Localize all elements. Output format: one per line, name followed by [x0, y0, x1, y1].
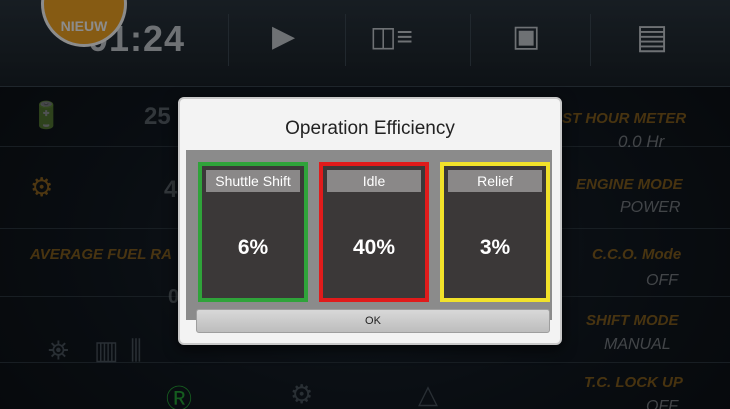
dialog-title: Operation Efficiency	[285, 118, 455, 139]
card-value: 6%	[237, 236, 269, 259]
card-value: 3%	[479, 236, 511, 259]
ok-button[interactable]: OK	[196, 309, 550, 333]
card-label: Idle	[327, 170, 421, 192]
shuttle-shift-card: Shuttle Shift 6%	[198, 162, 308, 302]
efficiency-panel: Shuttle Shift 6% Idle 40% Relief 3%	[186, 150, 552, 320]
operation-efficiency-dialog: Operation Efficiency Shuttle Shift 6% Id…	[178, 97, 562, 345]
idle-card: Idle 40%	[319, 162, 429, 302]
relief-card: Relief 3%	[440, 162, 550, 302]
card-label: Relief	[448, 170, 542, 192]
card-value: 40%	[352, 236, 396, 259]
card-label: Shuttle Shift	[206, 170, 300, 192]
